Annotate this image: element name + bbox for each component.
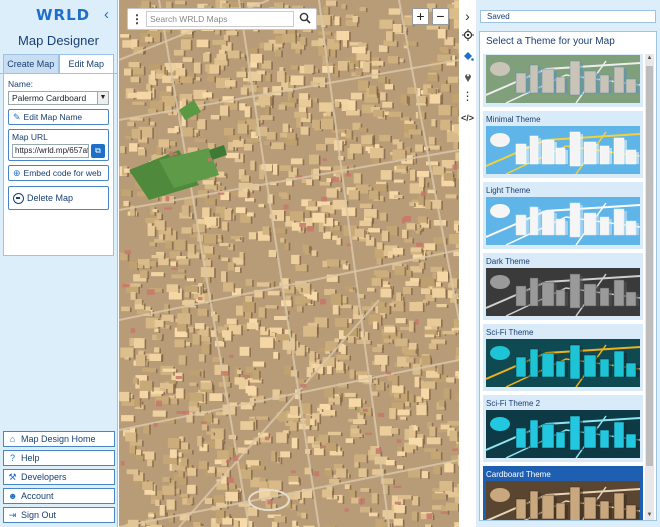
tab-create-map[interactable]: Create Map bbox=[3, 54, 59, 73]
theme-card-standard[interactable]: Standard Theme bbox=[483, 54, 643, 107]
zoom-out-button[interactable]: − bbox=[432, 8, 449, 25]
theme-card-cardboard[interactable]: Cardboard Theme bbox=[483, 466, 643, 520]
person-icon: ☻ bbox=[8, 491, 18, 501]
collapse-left-panel-icon[interactable]: ‹ bbox=[104, 6, 109, 23]
map-designer-panel: WRLD ‹ Map Designer Create Map Edit Map … bbox=[0, 0, 118, 527]
layers-dots-icon[interactable]: ⋮ bbox=[459, 90, 476, 109]
theme-name: Minimal Theme bbox=[486, 115, 541, 124]
minus-circle-icon bbox=[13, 192, 24, 204]
theme-name: Light Theme bbox=[486, 186, 531, 195]
theme-name: Sci-Fi Theme bbox=[486, 328, 534, 337]
theme-name: Cardboard Theme bbox=[486, 470, 551, 479]
scroll-up-icon[interactable]: ▲ bbox=[645, 54, 654, 63]
paint-bucket-icon[interactable] bbox=[459, 50, 476, 67]
map-url-field[interactable]: https://wrld.mp/657afl bbox=[12, 144, 89, 158]
map-view[interactable]: ⋮ Search WRLD Maps + − bbox=[119, 0, 459, 527]
theme-preview-image bbox=[486, 55, 640, 103]
embed-code-label: Embed code for web bbox=[23, 168, 102, 178]
home-icon: ⌂ bbox=[9, 434, 16, 444]
nav-label: Developers bbox=[21, 472, 67, 482]
sign-out-icon: ⇥ bbox=[8, 509, 17, 520]
zoom-controls: + − bbox=[412, 8, 449, 25]
map-url-box: Map URL https://wrld.mp/657afl ⧉ bbox=[8, 129, 109, 161]
edit-map-form: Name: Palermo Cardboard ▼ ✎ Edit Map Nam… bbox=[3, 74, 114, 256]
nav-developers[interactable]: ⚒ Developers bbox=[3, 469, 115, 485]
search-icon[interactable] bbox=[294, 12, 316, 26]
theme-panel: Select a Theme for your Map Standard The… bbox=[479, 31, 657, 521]
theme-preview-image bbox=[486, 481, 640, 520]
embed-code-button[interactable]: ⊕ Embed code for web bbox=[8, 165, 109, 181]
menu-dots-icon[interactable]: ⋮ bbox=[128, 13, 146, 25]
city-map-render[interactable] bbox=[119, 0, 459, 527]
theme-card-scifi2[interactable]: Sci-Fi Theme 2 bbox=[483, 395, 643, 462]
theme-name: Dark Theme bbox=[486, 257, 530, 266]
edit-map-name-label: Edit Map Name bbox=[23, 112, 83, 122]
theme-card-minimal[interactable]: Minimal Theme bbox=[483, 111, 643, 178]
theme-card-scifi[interactable]: Sci-Fi Theme bbox=[483, 324, 643, 391]
theme-list: Standard Theme Minimal Theme Light Theme Da… bbox=[483, 54, 643, 520]
map-name-select[interactable]: Palermo Cardboard ▼ bbox=[8, 91, 109, 105]
map-url-row: https://wrld.mp/657afl ⧉ bbox=[12, 144, 105, 158]
chevron-down-icon[interactable]: ▼ bbox=[97, 92, 108, 104]
panel-title: Map Designer bbox=[18, 33, 99, 48]
nav-label: Sign Out bbox=[21, 510, 57, 520]
name-label: Name: bbox=[8, 79, 34, 89]
delete-map-label: Delete Map bbox=[27, 193, 74, 203]
nav-label: Account bbox=[21, 491, 54, 501]
nav-map-design-home[interactable]: ⌂ Map Design Home bbox=[3, 431, 115, 447]
theme-preview-image bbox=[486, 410, 640, 458]
wrench-icon: ⚒ bbox=[8, 471, 17, 482]
help-icon: ? bbox=[9, 453, 15, 463]
scroll-thumb[interactable] bbox=[646, 66, 653, 466]
nav-label: Help bbox=[21, 453, 40, 463]
edit-map-name-button[interactable]: ✎ Edit Map Name bbox=[8, 109, 109, 125]
search-input[interactable]: Search WRLD Maps bbox=[146, 11, 294, 27]
code-icon[interactable]: </> bbox=[459, 113, 476, 130]
copy-icon[interactable]: ⧉ bbox=[91, 144, 105, 158]
theme-preview-image bbox=[486, 197, 640, 245]
nav-label: Map Design Home bbox=[21, 434, 96, 444]
bottom-nav: ⌂ Map Design Home ? Help ⚒ Developers ☻ … bbox=[3, 428, 115, 523]
nav-sign-out[interactable]: ⇥ Sign Out bbox=[3, 507, 115, 523]
scroll-down-icon[interactable]: ▼ bbox=[645, 511, 654, 520]
theme-preview-image bbox=[486, 339, 640, 387]
theme-side-panel: Saved Select a Theme for your Map Standa… bbox=[476, 0, 660, 527]
tool-strip: › ⋮ </> bbox=[459, 0, 476, 527]
search-bar: ⋮ Search WRLD Maps bbox=[127, 8, 317, 30]
theme-card-dark[interactable]: Dark Theme bbox=[483, 253, 643, 320]
theme-list-scrollbar[interactable]: ▲ ▼ bbox=[645, 54, 654, 520]
theme-card-light[interactable]: Light Theme bbox=[483, 182, 643, 249]
map-url-label: Map URL bbox=[12, 132, 48, 142]
theme-panel-title: Select a Theme for your Map bbox=[486, 36, 615, 47]
theme-preview-image bbox=[486, 126, 640, 174]
globe-icon: ⊕ bbox=[13, 167, 21, 178]
pin-icon[interactable] bbox=[459, 71, 476, 88]
saved-status: Saved bbox=[480, 10, 656, 23]
delete-map-button[interactable]: Delete Map bbox=[8, 186, 109, 210]
nav-account[interactable]: ☻ Account bbox=[3, 488, 115, 504]
wrld-logo: WRLD bbox=[36, 6, 91, 24]
pencil-icon: ✎ bbox=[13, 111, 21, 122]
tab-bar: Create Map Edit Map bbox=[0, 54, 117, 74]
locate-icon[interactable] bbox=[459, 29, 476, 46]
zoom-in-button[interactable]: + bbox=[412, 8, 429, 25]
map-name-value: Palermo Cardboard bbox=[12, 93, 87, 103]
expand-right-icon[interactable]: › bbox=[459, 8, 476, 25]
nav-help[interactable]: ? Help bbox=[3, 450, 115, 466]
logo-bar: WRLD ‹ bbox=[0, 0, 117, 30]
theme-name: Sci-Fi Theme 2 bbox=[486, 399, 541, 408]
tab-edit-map[interactable]: Edit Map bbox=[58, 54, 114, 73]
theme-preview-image bbox=[486, 268, 640, 316]
